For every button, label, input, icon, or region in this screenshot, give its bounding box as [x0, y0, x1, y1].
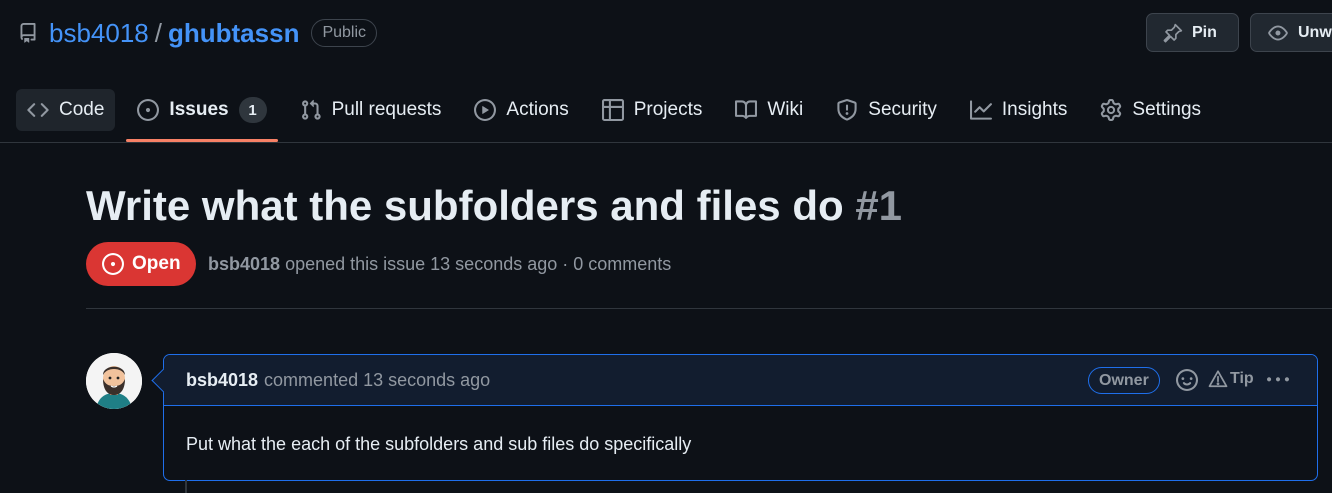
pin-button-label: Pin — [1192, 23, 1217, 41]
tab-label: Settings — [1132, 99, 1202, 120]
comment-author-link[interactable]: bsb4018 — [186, 370, 258, 391]
issue-title: Write what the subfolders and files do #… — [86, 180, 902, 232]
owner-badge: Owner — [1088, 367, 1160, 394]
table-icon — [601, 99, 624, 121]
tab-label: Actions — [506, 99, 569, 120]
comment-header: bsb4018 commented 13 seconds ago Owner T… — [164, 355, 1317, 406]
tab-label: Wiki — [767, 99, 804, 120]
tab-security[interactable]: Security — [825, 89, 948, 131]
timeline-line — [185, 480, 187, 493]
issues-count-badge: 1 — [238, 97, 267, 123]
visibility-badge: Public — [311, 19, 378, 47]
repo-header: bsb4018 / ghubtassn Public Pin Unwa — [0, 0, 1332, 66]
repo-name-link[interactable]: ghubtassn — [168, 16, 299, 50]
tab-label: Security — [868, 99, 937, 120]
issue-opened-icon — [137, 99, 160, 121]
play-icon — [474, 99, 497, 121]
add-reaction-icon[interactable] — [1176, 369, 1198, 391]
repo-icon — [18, 21, 38, 45]
unwatch-button-label: Unwa — [1298, 23, 1332, 41]
eye-icon — [1267, 23, 1289, 43]
issue-meta: bsb4018 opened this issue 13 seconds ago… — [208, 252, 671, 276]
gear-icon — [1100, 99, 1122, 121]
tab-code[interactable]: Code — [16, 89, 116, 131]
tab-label: Projects — [633, 99, 703, 120]
comment-body: Put what the each of the subfolders and … — [186, 434, 692, 454]
tab-label: Pull requests — [331, 99, 442, 120]
tip-label: Tip — [1230, 370, 1254, 387]
repo-tabs: Code Issues 1 Pull requests Actions Proj… — [16, 88, 1223, 142]
tab-label: Issues — [169, 99, 229, 120]
tab-wiki[interactable]: Wiki — [724, 89, 814, 131]
tip-button[interactable]: Tip — [1208, 369, 1254, 389]
kebab-horizontal-icon[interactable] — [1266, 369, 1290, 391]
repo-path-separator: / — [154, 18, 162, 48]
git-pull-request-icon — [300, 99, 322, 121]
code-icon — [27, 99, 49, 121]
alert-icon — [1208, 369, 1228, 389]
issue-comment: bsb4018 commented 13 seconds ago Owner T… — [163, 354, 1318, 481]
tab-insights[interactable]: Insights — [959, 89, 1078, 131]
issue-author-link[interactable]: bsb4018 — [208, 254, 280, 274]
issue-header-divider — [86, 308, 1332, 309]
pin-icon — [1163, 23, 1183, 43]
comment-timestamp[interactable]: commented 13 seconds ago — [264, 370, 490, 391]
book-icon — [735, 99, 758, 121]
unwatch-button[interactable]: Unwa — [1250, 13, 1332, 52]
tab-issues[interactable]: Issues 1 — [126, 89, 278, 142]
issue-state-badge: Open — [86, 242, 196, 286]
tabs-divider — [0, 142, 1332, 143]
tab-label: Code — [59, 99, 105, 120]
shield-icon — [836, 99, 858, 121]
issue-state-label: Open — [132, 253, 181, 274]
tab-settings[interactable]: Settings — [1089, 89, 1212, 131]
issue-opened-icon — [102, 253, 124, 275]
tab-pull-requests[interactable]: Pull requests — [289, 89, 453, 131]
pin-button[interactable]: Pin — [1146, 13, 1239, 52]
issue-number: #1 — [855, 182, 903, 229]
tab-actions[interactable]: Actions — [463, 89, 579, 131]
graph-icon — [969, 99, 992, 121]
repo-breadcrumb: bsb4018 / ghubtassn Public — [49, 16, 378, 50]
avatar[interactable] — [86, 353, 142, 409]
tab-projects[interactable]: Projects — [591, 89, 714, 131]
issue-title-text: Write what the subfolders and files do — [86, 182, 844, 229]
repo-owner-link[interactable]: bsb4018 — [49, 16, 149, 50]
issue-meta-text: opened this issue 13 seconds ago · 0 com… — [285, 254, 672, 274]
tab-label: Insights — [1001, 99, 1068, 120]
